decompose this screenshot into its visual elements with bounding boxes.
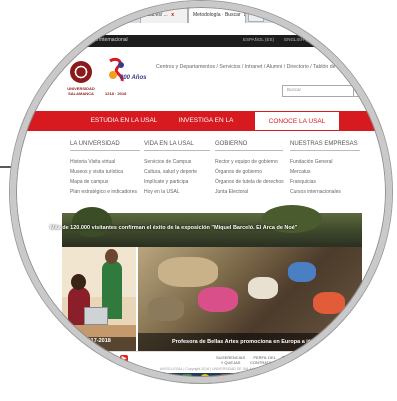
sede-electronica-link[interactable]: Sede electrónica <box>282 356 321 362</box>
student-head <box>71 274 86 290</box>
excel-icon[interactable] <box>140 374 150 383</box>
paint-blob <box>248 277 278 299</box>
browser-tab-label: usal.es/ ... <box>145 12 168 18</box>
international-link[interactable]: al internacional <box>94 37 128 43</box>
paint-blob <box>313 292 345 314</box>
close-tab-icon[interactable]: x <box>244 12 245 18</box>
university-seal-logo[interactable] <box>70 61 92 83</box>
language-link-other[interactable]: P <box>325 37 328 42</box>
menu-link[interactable]: Mercatus <box>290 167 360 177</box>
menu-link[interactable]: Hoy en la USAL <box>144 187 210 197</box>
menu-column-heading: GOBIERNO <box>215 141 283 151</box>
language-link-en[interactable]: ENGLISH (EN) <box>284 37 314 42</box>
footer-link-perfil[interactable]: PERFIL DEL CONTRATANTE <box>250 355 279 365</box>
nav-item-investiga[interactable]: INVESTIGA EN LA USAL <box>170 111 242 144</box>
nav-item-conoce-active[interactable]: CONOCE LA USAL <box>254 111 340 131</box>
search-box[interactable]: Buscar <box>282 85 364 97</box>
menu-column-vida: VIDA EN LA USAL Servicios de Campus Cult… <box>144 141 210 197</box>
search-input[interactable]: Buscar <box>287 87 301 92</box>
footer-link-sugerencias[interactable]: SUGERENCIAS Y QUEJAS <box>216 355 245 365</box>
menu-link[interactable]: Mapa de campus <box>70 177 140 187</box>
sede-brand: electrónica <box>295 356 322 362</box>
university-name: UNIVERSIDAD SALAMANCA <box>67 86 95 96</box>
news-caption-vacantes[interactable]: tas vacantes 2017-2018 <box>50 338 111 344</box>
site-header: UNIVERSIDAD SALAMANCA 800 Años 1218 · 20… <box>10 47 392 111</box>
menu-link[interactable]: Cursos internacionales <box>290 187 360 197</box>
news-image-paint-palette[interactable] <box>138 247 362 351</box>
browser-tab-bar: usal.es/ ... x Metodología · Buscar x <box>10 1 392 23</box>
menu-link[interactable]: Fundación General <box>290 157 360 167</box>
student-head <box>105 249 118 264</box>
taskbar-app-icon[interactable] <box>182 374 192 383</box>
menu-link[interactable]: Junta Electoral <box>215 187 283 197</box>
nav-item-estudia[interactable]: ESTUDIA EN LA USAL <box>90 111 158 131</box>
menu-link[interactable]: Órganos de gobierno <box>215 167 283 177</box>
menu-link[interactable]: Órganos de tutela de derechos <box>215 177 284 187</box>
menu-column-universidad: LA UNIVERSIDAD Historia Visita virtual M… <box>70 141 140 197</box>
menu-link[interactable]: Servicios de Campus <box>144 157 210 167</box>
taskbar-app-icon[interactable] <box>118 374 128 383</box>
menu-link[interactable]: Historia Visita virtual <box>70 157 140 167</box>
paint-blob <box>148 297 184 321</box>
browser-tab-metodologia[interactable]: Metodología · Buscar x <box>188 6 246 23</box>
footer-legal-line: AVISO LEGAL | Copyright 2016 | UNIVERSID… <box>160 367 265 371</box>
anniversary-years: 1218 · 2018 <box>105 91 127 96</box>
mega-menu: LA UNIVERSIDAD Historia Visita virtual M… <box>10 131 392 223</box>
new-tab-button[interactable] <box>248 10 264 22</box>
menu-link[interactable]: Rector y equipo de gobierno <box>215 157 283 167</box>
menu-column-empresas: NUESTRAS EMPRESAS Fundación General Merc… <box>290 141 360 197</box>
news-image-students[interactable] <box>62 247 136 351</box>
language-links: ESPAÑOL (ES) ENGLISH (EN) P <box>243 37 337 42</box>
sede-prefix: Sede <box>282 356 294 362</box>
menu-column-heading: LA UNIVERSIDAD <box>70 141 140 151</box>
hero-caption[interactable]: Más de 120.000 visitantes confirman el é… <box>50 225 297 231</box>
paint-blob <box>158 257 218 287</box>
twitter-icon[interactable]: t <box>107 355 115 363</box>
browser-window: usal.es/ ... x Metodología · Buscar x al… <box>10 1 392 383</box>
anniversary-logo <box>109 57 124 82</box>
laptop-shape <box>84 307 108 325</box>
menu-column-gobierno: GOBIERNO Rector y equipo de gobierno Órg… <box>215 141 284 197</box>
menu-column-heading: VIDA EN LA USAL <box>144 141 210 151</box>
magnifier-lens: usal.es/ ... x Metodología · Buscar x al… <box>10 1 392 383</box>
close-tab-icon[interactable]: x <box>171 12 174 18</box>
paint-blob <box>198 287 238 312</box>
taskbar-app-icon[interactable] <box>220 374 230 383</box>
word-icon[interactable] <box>162 374 172 383</box>
menu-column-heading: NUESTRAS EMPRESAS <box>290 141 360 151</box>
chrome-icon[interactable] <box>200 374 210 383</box>
menu-link[interactable]: Plan estratégico e indicadores <box>70 187 140 197</box>
browser-tab-usal[interactable]: usal.es/ ... x <box>140 6 188 23</box>
main-nav-bar: ESTUDIA EN LA USAL INVESTIGA EN LA USAL … <box>10 111 392 144</box>
paint-blob <box>288 262 316 282</box>
menu-link[interactable]: Cultura, salud y deporte <box>144 167 210 177</box>
facebook-icon[interactable]: f <box>94 355 102 363</box>
utility-bar: al internacional ESPAÑOL (ES) ENGLISH (E… <box>10 35 392 47</box>
language-link-es[interactable]: ESPAÑOL (ES) <box>243 37 274 42</box>
menu-link[interactable]: Museos y visita turística <box>70 167 140 177</box>
magnifier-icon[interactable] <box>353 86 363 96</box>
tree-shape <box>72 207 112 237</box>
anniversary-text: 800 Años <box>120 75 147 81</box>
menu-link[interactable]: Franquicias <box>290 177 360 187</box>
browser-tab-label: Metodología · Buscar <box>193 12 241 18</box>
youtube-icon[interactable]: ▶ <box>120 355 128 363</box>
header-nav-links[interactable]: Centros y Departamentos / Servicios / In… <box>156 64 351 70</box>
menu-link[interactable]: Implícate y participa <box>144 177 210 187</box>
news-caption-bellas-artes[interactable]: Profesora de Bellas Artes promociona en … <box>172 339 349 345</box>
